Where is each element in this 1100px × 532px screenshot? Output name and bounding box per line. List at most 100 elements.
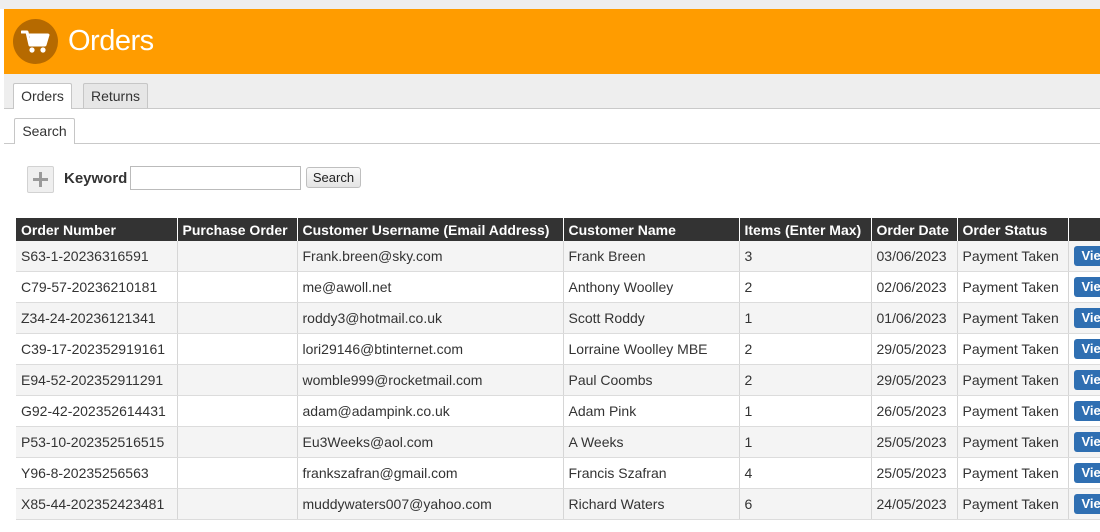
sub-tabs: Search bbox=[4, 109, 1100, 144]
table-row: C39-17-202352919161 lori29146@btinternet… bbox=[16, 333, 1100, 365]
action-cell: View bbox=[1068, 333, 1100, 365]
order-date-cell: 25/05/2023 bbox=[871, 426, 958, 458]
page-title: Orders bbox=[68, 25, 154, 57]
action-cell: View bbox=[1068, 302, 1100, 334]
action-cell: View bbox=[1068, 395, 1100, 427]
customer-name-cell: Paul Coombs bbox=[563, 364, 740, 396]
customer-name-cell: Richard Waters bbox=[563, 488, 740, 520]
table-row: E94-52-202352911291 womble999@rocketmail… bbox=[16, 364, 1100, 396]
column-header-actions bbox=[1068, 218, 1100, 241]
view-order-button[interactable]: View bbox=[1073, 370, 1100, 390]
page-header: Orders bbox=[4, 9, 1100, 74]
customer-email-cell: muddywaters007@yahoo.com bbox=[297, 488, 564, 520]
order-status-cell: Payment Taken bbox=[957, 302, 1069, 334]
view-order-button[interactable]: View bbox=[1073, 463, 1100, 483]
tab-search[interactable]: Search bbox=[14, 118, 75, 144]
purchase-order-cell bbox=[177, 271, 298, 303]
action-cell: View bbox=[1068, 488, 1100, 520]
order-status-cell: Payment Taken bbox=[957, 426, 1069, 458]
customer-name-cell: Adam Pink bbox=[563, 395, 740, 427]
customer-name-cell: Lorraine Woolley MBE bbox=[563, 333, 740, 365]
order-date-cell: 01/06/2023 bbox=[871, 302, 958, 334]
order-date-cell: 25/05/2023 bbox=[871, 457, 958, 489]
order-status-cell: Payment Taken bbox=[957, 488, 1069, 520]
order-status-cell: Payment Taken bbox=[957, 241, 1069, 272]
order-number-cell: Y96-8-20235256563 bbox=[16, 457, 178, 489]
view-order-button[interactable]: View bbox=[1073, 277, 1100, 297]
column-header-order-date[interactable]: Order Date bbox=[871, 218, 958, 241]
tab-orders[interactable]: Orders bbox=[13, 83, 72, 109]
purchase-order-cell bbox=[177, 488, 298, 520]
items-cell: 1 bbox=[739, 426, 872, 458]
purchase-order-cell bbox=[177, 364, 298, 396]
view-order-button[interactable]: View bbox=[1073, 246, 1100, 266]
table-row: X85-44-202352423481 muddywaters007@yahoo… bbox=[16, 488, 1100, 520]
view-order-button[interactable]: View bbox=[1073, 308, 1100, 328]
column-header-customer-name[interactable]: Customer Name bbox=[563, 218, 740, 241]
customer-email-cell: womble999@rocketmail.com bbox=[297, 364, 564, 396]
logo-badge bbox=[13, 19, 58, 64]
customer-email-cell: adam@adampink.co.uk bbox=[297, 395, 564, 427]
column-header-purchase-order[interactable]: Purchase Order bbox=[177, 218, 298, 241]
purchase-order-cell bbox=[177, 395, 298, 427]
tab-returns[interactable]: Returns bbox=[83, 83, 148, 108]
action-cell: View bbox=[1068, 426, 1100, 458]
order-date-cell: 24/05/2023 bbox=[871, 488, 958, 520]
keyword-input[interactable] bbox=[130, 166, 301, 190]
customer-email-cell: roddy3@hotmail.co.uk bbox=[297, 302, 564, 334]
order-number-cell: X85-44-202352423481 bbox=[16, 488, 178, 520]
view-order-button[interactable]: View bbox=[1073, 401, 1100, 421]
order-date-cell: 29/05/2023 bbox=[871, 333, 958, 365]
purchase-order-cell bbox=[177, 241, 298, 272]
view-order-button[interactable]: View bbox=[1073, 494, 1100, 514]
column-header-items[interactable]: Items (Enter Max) bbox=[739, 218, 872, 241]
customer-email-cell: Eu3Weeks@aol.com bbox=[297, 426, 564, 458]
view-order-button[interactable]: View bbox=[1073, 339, 1100, 359]
column-header-order-number[interactable]: Order Number bbox=[16, 218, 178, 241]
orders-table: Order Number Purchase Order Customer Use… bbox=[16, 218, 1100, 520]
customer-email-cell: lori29146@btinternet.com bbox=[297, 333, 564, 365]
table-row: Z34-24-20236121341 roddy3@hotmail.co.uk … bbox=[16, 302, 1100, 334]
search-button[interactable]: Search bbox=[306, 167, 361, 188]
view-order-button[interactable]: View bbox=[1073, 432, 1100, 452]
order-date-cell: 03/06/2023 bbox=[871, 241, 958, 272]
search-form: Keyword Search bbox=[0, 160, 1100, 196]
top-gap bbox=[0, 0, 1100, 9]
order-status-cell: Payment Taken bbox=[957, 395, 1069, 427]
items-cell: 6 bbox=[739, 488, 872, 520]
items-cell: 1 bbox=[739, 395, 872, 427]
order-number-cell: C79-57-20236210181 bbox=[16, 271, 178, 303]
customer-email-cell: Frank.breen@sky.com bbox=[297, 241, 564, 272]
order-number-cell: G92-42-202352614431 bbox=[16, 395, 178, 427]
column-header-customer-username[interactable]: Customer Username (Email Address) bbox=[297, 218, 564, 241]
customer-email-cell: me@awoll.net bbox=[297, 271, 564, 303]
expand-filters-button[interactable] bbox=[27, 166, 54, 193]
keyword-label: Keyword bbox=[64, 170, 128, 187]
customer-name-cell: Francis Szafran bbox=[563, 457, 740, 489]
order-status-cell: Payment Taken bbox=[957, 364, 1069, 396]
purchase-order-cell bbox=[177, 302, 298, 334]
order-status-cell: Payment Taken bbox=[957, 333, 1069, 365]
shopping-cart-icon bbox=[21, 30, 50, 53]
order-status-cell: Payment Taken bbox=[957, 271, 1069, 303]
order-number-cell: S63-1-20236316591 bbox=[16, 241, 178, 272]
action-cell: View bbox=[1068, 364, 1100, 396]
table-header-row: Order Number Purchase Order Customer Use… bbox=[16, 218, 1100, 241]
order-date-cell: 02/06/2023 bbox=[871, 271, 958, 303]
plus-icon bbox=[33, 172, 48, 187]
purchase-order-cell bbox=[177, 457, 298, 489]
customer-name-cell: Anthony Woolley bbox=[563, 271, 740, 303]
purchase-order-cell bbox=[177, 426, 298, 458]
table-row: C79-57-20236210181 me@awoll.net Anthony … bbox=[16, 271, 1100, 303]
action-cell: View bbox=[1068, 457, 1100, 489]
purchase-order-cell bbox=[177, 333, 298, 365]
column-header-order-status[interactable]: Order Status bbox=[957, 218, 1069, 241]
customer-name-cell: A Weeks bbox=[563, 426, 740, 458]
action-cell: View bbox=[1068, 241, 1100, 272]
customer-email-cell: frankszafran@gmail.com bbox=[297, 457, 564, 489]
table-row: Y96-8-20235256563 frankszafran@gmail.com… bbox=[16, 457, 1100, 489]
order-number-cell: E94-52-202352911291 bbox=[16, 364, 178, 396]
customer-name-cell: Scott Roddy bbox=[563, 302, 740, 334]
items-cell: 2 bbox=[739, 271, 872, 303]
items-cell: 1 bbox=[739, 302, 872, 334]
